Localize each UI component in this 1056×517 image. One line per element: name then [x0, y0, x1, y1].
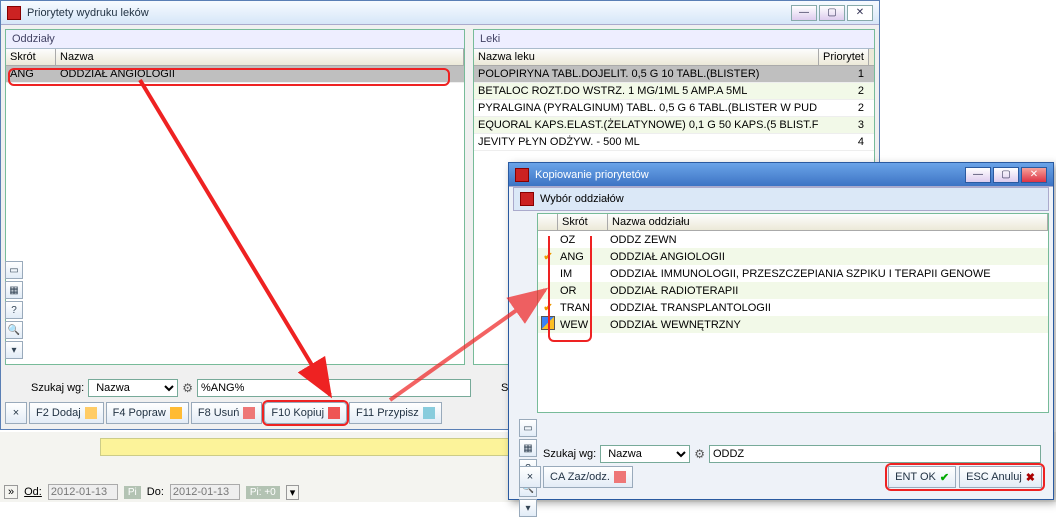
dialog-row[interactable]: ORODDZIAŁ RADIOTERAPII: [538, 282, 1048, 299]
toggle-icon: [614, 471, 626, 483]
check-icon: ✔: [940, 471, 949, 484]
panel-leki-title: Leki: [474, 30, 874, 49]
dialog-search-field-select[interactable]: Nazwa: [600, 445, 690, 463]
przypisz-button[interactable]: F11 Przypisz: [349, 402, 442, 424]
col-nazwa[interactable]: Nazwa: [56, 49, 464, 65]
dialog-close-x-button[interactable]: ×: [519, 466, 541, 488]
tool-screen-icon[interactable]: ▭: [5, 261, 23, 279]
leki-row[interactable]: EQUORAL KAPS.ELAST.(ŻELATYNOWE) 0,1 G 50…: [474, 117, 874, 134]
popraw-button[interactable]: F4 Popraw: [106, 402, 189, 424]
do-chip: Pi: +0: [246, 486, 280, 499]
dialog-row[interactable]: WEWODDZIAŁ WEWNĘTRZNY: [538, 316, 1048, 333]
assign-icon: [423, 407, 435, 419]
titlebar: Priorytety wydruku leków — ▢ ✕: [1, 1, 879, 25]
pencil-icon: [541, 316, 555, 330]
col-skrot[interactable]: Skrót: [558, 214, 608, 230]
cancel-button[interactable]: ESC Anuluj✖: [959, 466, 1042, 488]
edit-icon: [170, 407, 182, 419]
check-icon: ✔: [543, 251, 552, 263]
dialog-title: Kopiowanie priorytetów: [535, 169, 965, 181]
tool-zoom-icon[interactable]: 🔍: [5, 321, 23, 339]
col-marker: [538, 214, 558, 230]
do-date-input[interactable]: [170, 484, 240, 500]
od-label: Od:: [24, 486, 42, 498]
maximize-button[interactable]: ▢: [819, 5, 845, 21]
dialog-row[interactable]: IMODDZIAŁ IMMUNOLOGII, PRZESZCZEPIANIA S…: [538, 265, 1048, 282]
delete-icon: [243, 407, 255, 419]
side-toolbar: ▭ ▦ ? 🔍 ▾: [5, 261, 25, 359]
minimize-button[interactable]: —: [791, 5, 817, 21]
close-x-button[interactable]: ×: [5, 402, 27, 424]
search-input[interactable]: [197, 379, 471, 397]
usun-button[interactable]: F8 Usuń: [191, 402, 263, 424]
dialog-titlebar: Kopiowanie priorytetów — ▢ ✕: [509, 163, 1053, 187]
dropdown-icon[interactable]: ▾: [286, 485, 300, 500]
oddzialy-grid[interactable]: Skrót Nazwa ANG ODDZIAŁ ANGIOLOGII: [6, 49, 464, 364]
col-nazwa-leku[interactable]: Nazwa leku: [474, 49, 819, 65]
tool-down-icon[interactable]: ▾: [5, 341, 23, 359]
dodaj-button[interactable]: F2 Dodaj: [29, 402, 104, 424]
app-icon: [7, 6, 21, 20]
dialog-grid[interactable]: Skrót Nazwa oddziału OZODDZ ZEWN ✔ANGODD…: [537, 213, 1049, 413]
cross-icon: ✖: [1026, 471, 1035, 484]
search-label: Szukaj wg:: [31, 382, 84, 394]
panel-oddzialy-title: Oddziały: [6, 30, 464, 49]
dialog-row[interactable]: ✔ANGODDZIAŁ ANGIOLOGII: [538, 248, 1048, 265]
col-skrot[interactable]: Skrót: [6, 49, 56, 65]
tool-calc-icon[interactable]: ▦: [519, 439, 537, 457]
zaz-odz-button[interactable]: CA Zaz/odz.: [543, 466, 633, 488]
dialog-search-row: Szukaj wg: Nazwa ⚙: [543, 443, 1041, 465]
dialog-subtitle: Wybór oddziałów: [540, 193, 624, 205]
copy-icon: [328, 407, 340, 419]
leki-row[interactable]: JEVITY PŁYN ODŻYW. - 500 ML4: [474, 134, 874, 151]
dialog-app-icon: [515, 168, 529, 182]
window-title: Priorytety wydruku leków: [27, 7, 791, 19]
close-button[interactable]: ✕: [847, 5, 873, 21]
expand-icon[interactable]: »: [4, 485, 18, 499]
search-field-select[interactable]: Nazwa: [88, 379, 178, 397]
check-icon: ✔: [543, 302, 552, 314]
dialog-maximize-button[interactable]: ▢: [993, 167, 1019, 183]
kopiuj-button[interactable]: F10 Kopiuj: [264, 402, 347, 424]
leki-row[interactable]: POLOPIRYNA TABL.DOJELIT. 0,5 G 10 TABL.(…: [474, 66, 874, 83]
leki-row[interactable]: BETALOC ROZT.DO WSTRZ. 1 MG/1ML 5 AMP.A …: [474, 83, 874, 100]
col-nazwa-oddzialu[interactable]: Nazwa oddziału: [608, 214, 1048, 230]
col-priorytet[interactable]: Priorytet: [819, 49, 869, 65]
tool-help-icon[interactable]: ?: [5, 301, 23, 319]
gear-icon[interactable]: ⚙: [694, 447, 705, 461]
gear-icon[interactable]: ⚙: [182, 381, 193, 395]
dialog-row[interactable]: ✔TRANODDZIAŁ TRANSPLANTOLOGII: [538, 299, 1048, 316]
leki-row[interactable]: PYRALGINA (PYRALGINUM) TABL. 0,5 G 6 TAB…: [474, 100, 874, 117]
tool-calc-icon[interactable]: ▦: [5, 281, 23, 299]
ks-icon: [520, 192, 534, 206]
od-chip: Pi: [124, 486, 141, 499]
date-range-bar: » Od: Pi Do: Pi: +0 ▾: [4, 484, 299, 500]
search-row: Szukaj wg: Nazwa ⚙: [31, 377, 471, 399]
tool-screen-icon[interactable]: ▭: [519, 419, 537, 437]
od-date-input[interactable]: [48, 484, 118, 500]
dialog-kopiowanie: Kopiowanie priorytetów — ▢ ✕ Wybór oddzi…: [508, 162, 1054, 500]
dialog-search-label: Szukaj wg:: [543, 448, 596, 460]
plus-icon: [85, 407, 97, 419]
dialog-minimize-button[interactable]: —: [965, 167, 991, 183]
window-buttons: — ▢ ✕: [791, 5, 873, 21]
dialog-row[interactable]: OZODDZ ZEWN: [538, 231, 1048, 248]
do-label: Do:: [147, 486, 164, 498]
panel-oddzialy: Oddziały Skrót Nazwa ANG ODDZIAŁ ANGIOLO…: [5, 29, 465, 365]
dialog-button-bar: × CA Zaz/odz. ENT OK✔ ESC Anuluj✖: [519, 465, 1043, 489]
ok-button[interactable]: ENT OK✔: [888, 466, 956, 488]
dialog-close-button[interactable]: ✕: [1021, 167, 1047, 183]
dialog-search-input[interactable]: [709, 445, 1041, 463]
dialog-subtitle-bar: Wybór oddziałów: [513, 187, 1049, 211]
tool-down-icon[interactable]: ▾: [519, 499, 537, 517]
oddzialy-row[interactable]: ANG ODDZIAŁ ANGIOLOGII: [6, 66, 464, 83]
